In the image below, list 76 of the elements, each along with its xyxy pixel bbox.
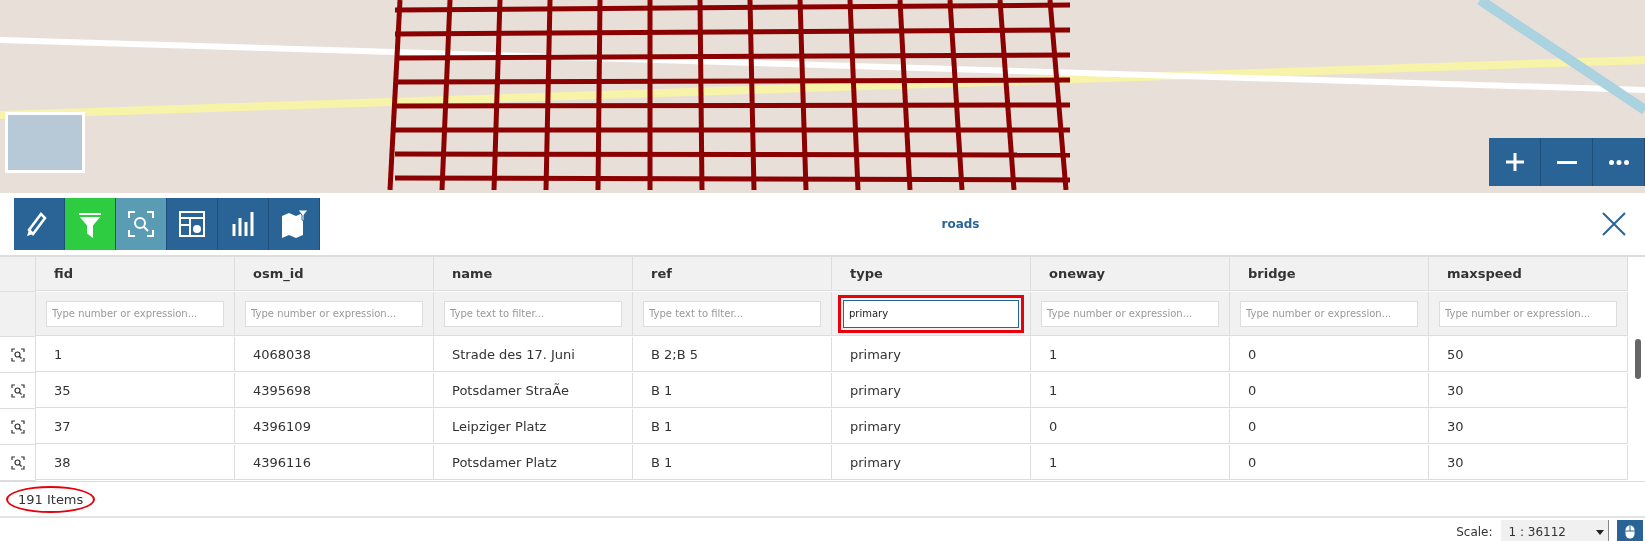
column-header[interactable]: type [832, 257, 1031, 291]
table-cell: 1 [1049, 382, 1058, 398]
table-cell: 0 [1049, 418, 1058, 434]
table-cell: 4068038 [253, 346, 311, 362]
table-cell: primary [850, 346, 901, 362]
filter-field[interactable]: Type number or expression... [1439, 300, 1617, 327]
table-gear-icon [176, 208, 208, 240]
table-cell: Strade des 17. Juni [452, 346, 575, 362]
table-cell: 35 [54, 382, 71, 398]
filter-field[interactable]: Type number or expression... [1041, 300, 1219, 327]
column-header[interactable]: fid [36, 257, 235, 291]
table-cell: B 1 [651, 382, 673, 398]
table-cell: 0 [1248, 418, 1257, 434]
column-header[interactable]: bridge [1230, 257, 1429, 291]
scale-label: Scale: [1456, 525, 1493, 539]
minus-icon [1556, 160, 1577, 164]
table-cell: B 1 [651, 418, 673, 434]
table-cell: 4395698 [253, 382, 311, 398]
caret-icon [1596, 529, 1604, 535]
edit-button[interactable] [14, 198, 65, 250]
zoom-to-feature-button[interactable] [10, 383, 25, 398]
column-header[interactable]: osm_id [235, 257, 434, 291]
table-cell: 37 [54, 418, 71, 434]
mouse-position-button[interactable] [1617, 520, 1643, 541]
filter-field[interactable]: Type text to filter... [444, 300, 622, 327]
zoom-to-feature-button[interactable] [10, 455, 25, 470]
zoom-icon [10, 347, 25, 362]
scale-value: 1 : 36112 [1508, 525, 1566, 539]
zoom-icon [10, 455, 25, 470]
table-cell: 38 [54, 454, 71, 470]
table-cell: 0 [1248, 382, 1257, 398]
filter-field[interactable]: primary [843, 299, 1019, 328]
zoom-to-feature-button[interactable] [10, 419, 25, 434]
close-button[interactable] [1601, 211, 1627, 237]
zoom-icon [10, 383, 25, 398]
table-cell: 30 [1447, 382, 1464, 398]
column-header[interactable]: maxspeed [1429, 257, 1628, 291]
column-header[interactable]: ref [633, 257, 832, 291]
zoom-selection-icon [125, 208, 157, 240]
table-cell: 1 [54, 346, 63, 362]
table-cell: 4396116 [253, 454, 311, 470]
table-cell: primary [850, 454, 901, 470]
mouse-icon [1625, 525, 1635, 539]
zoom-button[interactable] [116, 198, 167, 250]
zoom-to-feature-button[interactable] [10, 347, 25, 362]
table-cell: 50 [1447, 346, 1464, 362]
filter-field[interactable]: Type number or expression... [46, 300, 224, 327]
filter-field[interactable]: Type number or expression... [245, 300, 423, 327]
table-cell: primary [850, 382, 901, 398]
item-count: 191 Items [6, 485, 96, 513]
table-cell: 1 [1049, 454, 1058, 470]
chart-button[interactable] [218, 198, 269, 250]
column-header[interactable]: oneway [1031, 257, 1230, 291]
filter-field[interactable]: Type number or expression... [1240, 300, 1418, 327]
table-settings-button[interactable] [167, 198, 218, 250]
table-cell: Potsdamer StraÃe [452, 382, 569, 398]
scale-dropdown[interactable]: 1 : 36112 [1500, 520, 1609, 541]
table-cell: 30 [1447, 454, 1464, 470]
scrollbar-thumb[interactable] [1635, 339, 1641, 379]
table-cell: 0 [1248, 346, 1257, 362]
map-filter-button[interactable] [269, 198, 320, 250]
table-cell: 1 [1049, 346, 1058, 362]
table-cell: primary [850, 418, 901, 434]
column-header[interactable]: name [434, 257, 633, 291]
table-cell: 4396109 [253, 418, 311, 434]
table-cell: B 1 [651, 454, 673, 470]
table-cell: Leipziger Platz [452, 418, 547, 434]
dots-icon [1608, 159, 1629, 165]
close-icon [1601, 211, 1627, 237]
layer-title: roads [940, 217, 981, 231]
table-cell: Potsdamer Platz [452, 454, 557, 470]
zoom-icon [10, 419, 25, 434]
table-cell: 30 [1447, 418, 1464, 434]
filter-field[interactable]: Type text to filter... [643, 300, 821, 327]
table-cell: B 2;B 5 [651, 346, 699, 362]
table-cell: 0 [1248, 454, 1257, 470]
